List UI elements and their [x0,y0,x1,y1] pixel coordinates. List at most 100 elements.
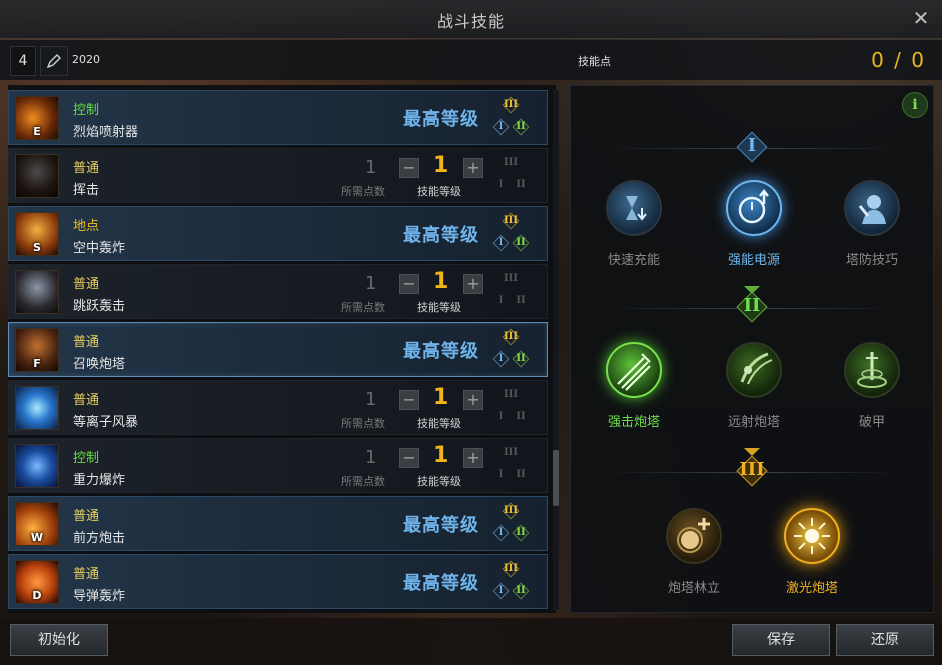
skill-name: 重力爆炸 [73,473,126,488]
tripod-option-armor-break[interactable] [844,342,900,398]
tripod-label-defense-skill: 塔防技巧 [845,253,898,268]
tripod-1-icon[interactable]: I [492,582,510,600]
tripod-option-long-range-turret[interactable] [726,342,782,398]
skill-row[interactable]: E 控制 烈焰喷射器 最高等级 III I II [8,90,548,145]
increase-level-button[interactable]: + [463,158,483,178]
skill-type: 普通 [73,161,100,176]
skill-type: 普通 [73,567,100,582]
tripod-1-numeral: I [498,121,504,132]
scrollbar-track[interactable] [553,90,559,610]
decrease-level-button[interactable]: − [399,390,419,410]
tripod-1-icon: I [493,409,509,425]
tripod-3-icon[interactable]: III [502,502,520,520]
tripod-option-fast-charge[interactable] [606,180,662,236]
tripod-1-numeral: I [498,585,504,596]
top-info-bar [0,40,942,80]
tripod-1-numeral: I [498,411,504,422]
tripod-label-turret-forest: 炮塔林立 [667,581,720,596]
reset-button[interactable]: 初始化 [10,624,108,656]
max-level-text: 最高等级 [403,109,479,130]
edit-icon[interactable] [40,46,68,76]
skill-level-label: 技能等级 [417,185,461,198]
skill-name: 跳跃轰击 [73,299,126,314]
tripod-option-laser-turret[interactable] [784,508,840,564]
tripod-3-icon[interactable]: III [502,212,520,230]
tripod-label-long-range-turret: 远射炮塔 [727,415,780,430]
skill-key: E [33,125,41,138]
restore-button[interactable]: 还原 [836,624,934,656]
skill-name: 空中轰炸 [73,241,126,256]
save-button[interactable]: 保存 [732,624,830,656]
tripod-label-laser-turret: 激光炮塔 [785,581,838,596]
required-points-value: 1 [365,447,377,468]
tripod-2-icon[interactable]: II [512,524,530,542]
tripod-1-icon: I [493,177,509,193]
skill-icon: D [15,560,59,604]
tripod-3-numeral: III [503,389,519,400]
tripod-3-icon[interactable]: III [502,96,520,114]
tripod-2-icon[interactable]: II [512,582,530,600]
skill-level-label: 技能等级 [417,301,461,314]
skill-row[interactable]: 普通 挥击 1 所需点数 −1 + 技能等级 III I II [8,148,548,203]
tripod-2-numeral: II [516,469,526,480]
increase-level-button[interactable]: + [463,448,483,468]
skill-icon [15,270,59,314]
tripod-3-icon[interactable]: III [502,328,520,346]
skill-row[interactable]: S 地点 空中轰炸 最高等级 III I II [8,206,548,261]
increase-level-button[interactable]: + [463,274,483,294]
tripod-2-numeral: II [516,237,526,248]
tripod-1-icon[interactable]: I [492,118,510,136]
increase-level-button[interactable]: + [463,390,483,410]
max-level-text: 最高等级 [403,515,479,536]
tripod-1-icon: I [493,293,509,309]
tripod-3-icon: III [503,155,519,171]
tripod-label-power-turret: 强击炮塔 [607,415,660,430]
tripod-option-turret-forest[interactable] [666,508,722,564]
skill-level-label: 技能等级 [417,475,461,488]
skill-row[interactable]: 控制 重力爆炸 1 所需点数 −1 + 技能等级 III I II [8,438,548,493]
skill-row[interactable]: F 普通 召唤炮塔 最高等级 III I II [8,322,548,377]
tier-3-label: III [739,459,765,480]
decrease-level-button[interactable]: − [399,158,419,178]
skill-row[interactable]: 普通 跳跃轰击 1 所需点数 −1 + 技能等级 III I II [8,264,548,319]
tripod-2-numeral: II [516,353,526,364]
tripod-2-icon: II [513,177,529,193]
skill-row[interactable]: D 普通 导弹轰炸 最高等级 III I II [8,554,548,609]
tier-2-label: II [743,295,761,316]
tripod-2-numeral: II [516,585,526,596]
tripod-1-numeral: I [498,469,504,480]
close-icon[interactable]: ✕ [910,7,932,29]
tripod-option-power-source[interactable] [726,180,782,236]
scrollbar-thumb[interactable] [553,450,559,506]
level-value: 4 [10,46,36,76]
skill-icon: W [15,502,59,546]
tripod-2-icon: II [513,409,529,425]
tripod-2-icon[interactable]: II [512,118,530,136]
tripod-1-icon[interactable]: I [492,350,510,368]
skill-value-text: 2020 [72,53,100,66]
required-points-value: 1 [365,157,377,178]
tripod-1-icon[interactable]: I [492,234,510,252]
tripod-3-icon[interactable]: III [502,560,520,578]
title-bar[interactable]: 战斗技能 ✕ [0,0,942,39]
tripod-2-icon[interactable]: II [512,350,530,368]
tripod-2-numeral: II [516,527,526,538]
window-title: 战斗技能 [436,12,505,31]
decrease-level-button[interactable]: − [399,274,419,294]
max-level-text: 最高等级 [403,341,479,362]
tripod-option-power-turret[interactable] [606,342,662,398]
decrease-level-button[interactable]: − [399,448,419,468]
tripod-2-icon[interactable]: II [512,234,530,252]
tripod-1-icon[interactable]: I [492,524,510,542]
skill-icon: S [15,212,59,256]
skill-name: 烈焰喷射器 [73,125,139,140]
skill-level-label: 技能等级 [417,417,461,430]
skill-points-value: 0 / 0 [871,48,926,72]
skill-row[interactable]: 普通 等离子风暴 1 所需点数 −1 + 技能等级 III I II [8,380,548,435]
skill-row[interactable]: W 普通 前方炮击 最高等级 III I II [8,496,548,551]
tripod-1-icon: I [493,467,509,483]
required-points-label: 所需点数 [341,475,385,488]
tripod-option-defense-skill[interactable] [844,180,900,236]
info-icon[interactable]: i [902,92,928,118]
skill-icon [15,386,59,430]
